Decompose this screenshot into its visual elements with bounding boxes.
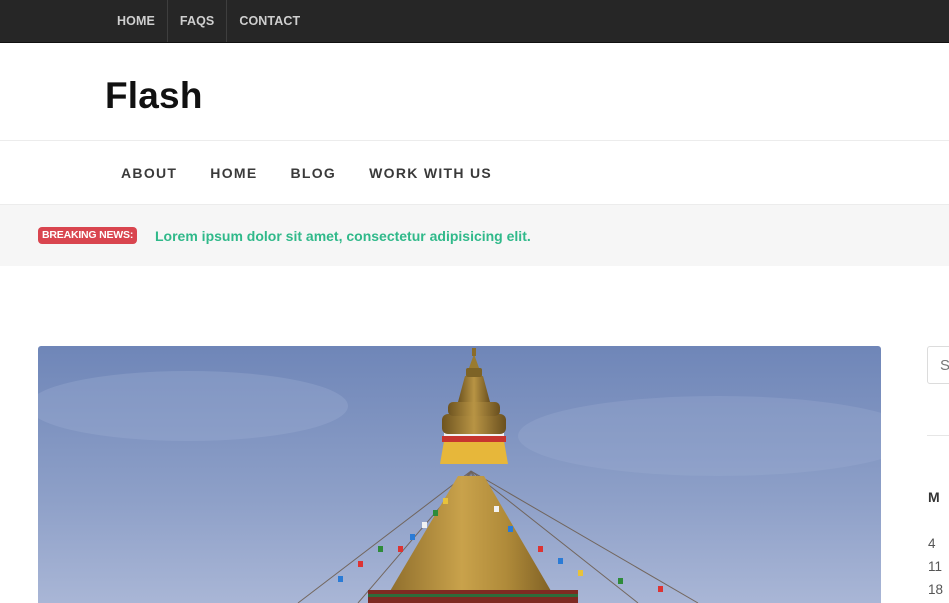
featured-image[interactable] xyxy=(38,346,881,603)
top-menu-contact[interactable]: CONTACT xyxy=(227,0,312,42)
site-header: Flash xyxy=(0,43,949,141)
nav-item-home[interactable]: HOME xyxy=(210,165,257,181)
top-menu-home[interactable]: HOME xyxy=(105,0,167,42)
main-navigation: ABOUT HOME BLOG WORK WITH US xyxy=(0,141,949,205)
breaking-news-badge: BREAKING NEWS: xyxy=(38,227,138,244)
nav-item-blog[interactable]: BLOG xyxy=(290,165,336,181)
site-title[interactable]: Flash xyxy=(105,75,203,117)
search-field[interactable] xyxy=(927,346,949,384)
sidebar-divider xyxy=(927,435,949,436)
search-input[interactable] xyxy=(928,347,949,383)
breaking-news-bar: BREAKING NEWS: Lorem ipsum dolor sit ame… xyxy=(0,205,949,266)
breaking-news-headline[interactable]: Lorem ipsum dolor sit amet, consectetur … xyxy=(155,227,531,245)
calendar-day: 18 xyxy=(928,582,944,597)
nav-item-about[interactable]: ABOUT xyxy=(121,165,177,181)
calendar-day-header: M xyxy=(928,489,940,505)
calendar-day: 4 xyxy=(928,536,936,551)
main-menu: ABOUT HOME BLOG WORK WITH US xyxy=(121,141,525,204)
stupa-photo xyxy=(38,346,881,603)
top-bar: HOME FAQS CONTACT xyxy=(0,0,949,43)
calendar-day: 11 xyxy=(928,559,943,574)
top-menu: HOME FAQS CONTACT xyxy=(105,0,312,42)
top-menu-faqs[interactable]: FAQS xyxy=(168,0,226,42)
nav-item-work-with-us[interactable]: WORK WITH US xyxy=(369,165,492,181)
